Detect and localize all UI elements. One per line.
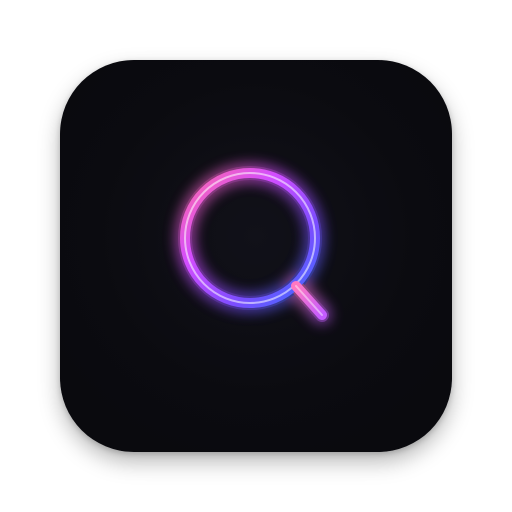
- magnifying-glass-icon: [178, 166, 329, 322]
- canvas: [0, 0, 512, 512]
- search-app-icon[interactable]: [60, 60, 452, 452]
